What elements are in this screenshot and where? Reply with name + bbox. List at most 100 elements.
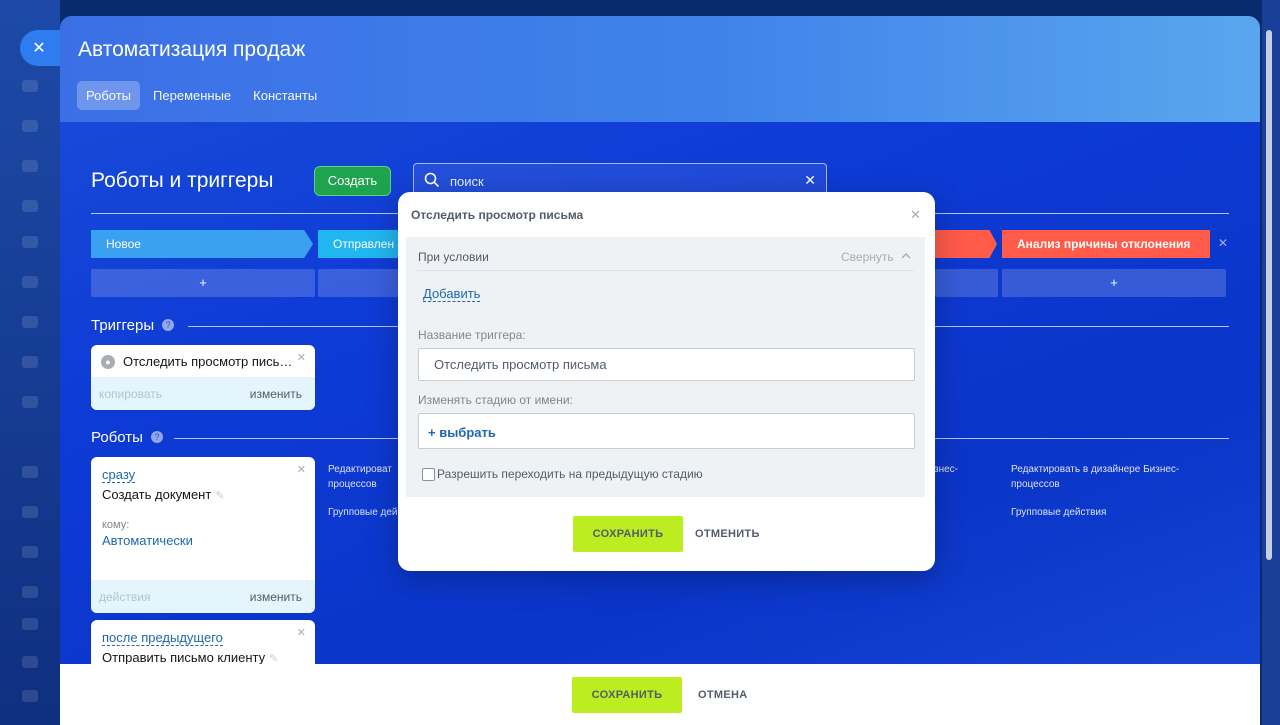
add-robot-button[interactable] bbox=[318, 269, 408, 297]
designer-link-text: процессов bbox=[1011, 479, 1060, 490]
search-input[interactable] bbox=[450, 170, 790, 192]
recipient-value[interactable]: Автоматически bbox=[102, 533, 193, 548]
tab-constants[interactable]: Константы bbox=[244, 81, 326, 110]
triggers-section: Триггеры? bbox=[91, 317, 175, 334]
close-icon: ✕ bbox=[32, 40, 46, 57]
scrollbar-thumb[interactable] bbox=[1266, 30, 1272, 560]
card-footer: копировать изменить bbox=[91, 377, 315, 410]
pick-user-link[interactable]: + выбрать bbox=[428, 425, 496, 440]
divider bbox=[417, 270, 914, 271]
trigger-icon: ● bbox=[101, 354, 115, 369]
allow-previous-stage-checkbox[interactable] bbox=[422, 467, 435, 481]
add-robot-button[interactable]: + bbox=[91, 269, 315, 297]
add-condition-link[interactable]: Добавить bbox=[423, 286, 481, 302]
allow-previous-stage-row[interactable]: Разрешить переходить на предыдущую стади… bbox=[422, 467, 703, 481]
crm-left-menu bbox=[0, 0, 60, 725]
trigger-card-header: ● Отследить просмотр пись… bbox=[101, 354, 292, 369]
timing-link[interactable]: сразу bbox=[102, 467, 136, 483]
search-icon bbox=[424, 172, 440, 188]
tab-bar: Роботы Переменные Константы bbox=[77, 81, 326, 110]
footer-bar: СОХРАНИТЬ ОТМЕНА bbox=[60, 664, 1260, 725]
close-icon[interactable]: ✕ bbox=[910, 207, 921, 223]
dialog-save-button[interactable]: СОХРАНИТЬ bbox=[573, 516, 683, 552]
menu-ghost-icon bbox=[22, 120, 38, 132]
group-actions-link[interactable]: Групповые действия bbox=[1011, 505, 1106, 520]
section-heading: Роботы и триггеры bbox=[91, 169, 274, 192]
robots-label: Роботы bbox=[91, 429, 143, 446]
delete-icon[interactable]: ✕ bbox=[297, 351, 306, 364]
create-button[interactable]: Создать bbox=[314, 166, 391, 196]
robot-timing: сразу bbox=[102, 466, 136, 484]
menu-ghost-icon bbox=[22, 466, 38, 478]
add-robot-button[interactable]: + bbox=[1002, 269, 1226, 297]
condition-label: При условии bbox=[418, 250, 489, 264]
card-footer: действия изменить bbox=[91, 580, 315, 613]
collapse-toggle[interactable]: Свернуть bbox=[841, 250, 911, 264]
user-picker[interactable]: + выбрать bbox=[418, 413, 915, 449]
add-robot-button[interactable] bbox=[935, 269, 998, 297]
trigger-name-input[interactable] bbox=[418, 348, 915, 381]
timing-link[interactable]: после предыдущего bbox=[102, 630, 223, 646]
dialog-body: При условии Свернуть Добавить Название т… bbox=[406, 237, 925, 497]
delete-icon[interactable]: ✕ bbox=[297, 463, 306, 476]
save-button[interactable]: СОХРАНИТЬ bbox=[572, 677, 682, 713]
help-icon[interactable]: ? bbox=[162, 319, 175, 331]
menu-ghost-icon bbox=[22, 546, 38, 558]
tab-robots[interactable]: Роботы bbox=[77, 81, 141, 110]
slider-close-button[interactable]: ✕ bbox=[20, 30, 64, 66]
slider-header: Автоматизация продаж Роботы Переменные К… bbox=[60, 16, 1260, 122]
stage-rejected[interactable] bbox=[935, 230, 997, 258]
designer-link-text: процессов bbox=[328, 479, 377, 490]
designer-link-text: Редактировать в дизайнере Бизнес- bbox=[1011, 464, 1180, 475]
triggers-label: Триггеры bbox=[91, 317, 155, 334]
robot-title-row: Создать документ ✎ bbox=[102, 486, 225, 504]
edit-link[interactable]: изменить bbox=[250, 590, 302, 604]
chevron-up-icon bbox=[901, 253, 911, 259]
trigger-title: Отследить просмотр пись… bbox=[123, 354, 293, 369]
menu-ghost-icon bbox=[22, 236, 38, 248]
robot-timing: после предыдущего bbox=[102, 629, 223, 647]
robots-section: Роботы? bbox=[91, 429, 163, 446]
stage-sent[interactable]: Отправлен bbox=[318, 230, 408, 258]
menu-ghost-icon bbox=[22, 356, 38, 368]
stage-remove-icon[interactable]: ✕ bbox=[1218, 236, 1228, 250]
allow-previous-stage-label: Разрешить переходить на предыдущую стади… bbox=[437, 467, 703, 481]
menu-ghost-icon bbox=[22, 690, 38, 702]
collapse-label: Свернуть bbox=[841, 250, 894, 264]
menu-ghost-icon bbox=[22, 506, 38, 518]
trigger-settings-dialog: Отследить просмотр письма ✕ При условии … bbox=[398, 192, 935, 571]
edit-link[interactable]: изменить bbox=[250, 387, 302, 401]
recipient-label: кому: bbox=[102, 519, 130, 531]
menu-ghost-icon bbox=[22, 276, 38, 288]
actions-link[interactable]: действия bbox=[99, 590, 150, 604]
clear-search-icon[interactable]: ✕ bbox=[804, 172, 816, 189]
menu-ghost-icon bbox=[22, 586, 38, 598]
menu-ghost-icon bbox=[22, 160, 38, 172]
cancel-button[interactable]: ОТМЕНА bbox=[698, 689, 747, 701]
pencil-icon[interactable]: ✎ bbox=[215, 490, 224, 502]
trigger-card[interactable]: ● Отследить просмотр пись… ✕ копировать … bbox=[91, 345, 315, 410]
stage-new[interactable]: Новое bbox=[91, 230, 313, 258]
designer-link[interactable]: Редактироват процессов bbox=[328, 462, 392, 492]
menu-ghost-icon bbox=[22, 316, 38, 328]
page-title: Автоматизация продаж bbox=[78, 38, 306, 61]
menu-ghost-icon bbox=[22, 656, 38, 668]
stage-user-label: Изменять стадию от имени: bbox=[418, 393, 573, 407]
robot-title: Создать документ bbox=[102, 487, 212, 502]
delete-icon[interactable]: ✕ bbox=[297, 626, 306, 639]
robot-card[interactable]: сразу Создать документ ✎ кому: Автоматиче… bbox=[91, 457, 315, 613]
robot-title: Отправить письмо клиенту bbox=[102, 650, 266, 665]
copy-link[interactable]: копировать bbox=[99, 387, 162, 401]
designer-link[interactable]: Редактировать в дизайнере Бизнес- процес… bbox=[1011, 462, 1179, 492]
stage-rejection-analysis[interactable]: Анализ причины отклонения bbox=[1002, 230, 1210, 258]
help-icon[interactable]: ? bbox=[150, 431, 163, 443]
tab-variables[interactable]: Переменные bbox=[144, 81, 240, 110]
dialog-title: Отследить просмотр письма bbox=[411, 208, 584, 222]
menu-ghost-icon bbox=[22, 80, 38, 92]
group-actions-link[interactable]: Групповые дей bbox=[328, 505, 398, 520]
designer-link[interactable]: знес- bbox=[934, 462, 958, 477]
trigger-name-label: Название триггера: bbox=[418, 328, 526, 342]
dialog-cancel-button[interactable]: ОТМЕНИТЬ bbox=[695, 528, 760, 540]
menu-ghost-icon bbox=[22, 396, 38, 408]
designer-link-text: Редактироват bbox=[328, 464, 392, 475]
